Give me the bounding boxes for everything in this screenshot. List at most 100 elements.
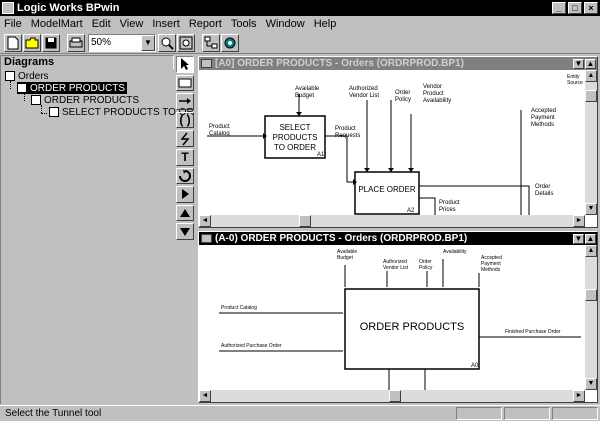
label-product-requests: Product Requests xyxy=(335,126,360,139)
vertical-scrollbar[interactable]: ▲ ▼ xyxy=(585,245,597,390)
app-icon[interactable] xyxy=(2,2,14,14)
scroll-thumb[interactable] xyxy=(585,90,597,102)
diagram-window-a-0: (A-0) ORDER PRODUCTS - Orders (ORDRPROD.… xyxy=(198,231,598,403)
scroll-thumb[interactable] xyxy=(389,390,401,402)
horizontal-scrollbar[interactable]: ◄ ► xyxy=(199,390,585,402)
tree-item-label: Orders xyxy=(18,70,49,82)
zoom-select[interactable]: 50% ▼ xyxy=(88,33,156,52)
window-minimize-button[interactable]: ▼ xyxy=(573,233,584,244)
menu-view[interactable]: View xyxy=(120,18,144,30)
arrow-tool-icon[interactable] xyxy=(176,93,194,110)
tunnel-tool-icon[interactable]: ( ) xyxy=(176,111,194,129)
label-entity-source: Entity Source xyxy=(567,74,583,86)
window-maximize-button[interactable]: ▲ xyxy=(585,58,596,69)
label-product-prices: Product Prices xyxy=(439,200,460,213)
model-explorer-icon[interactable] xyxy=(202,33,220,52)
zoom-in-icon[interactable] xyxy=(158,33,176,52)
scroll-right-icon[interactable]: ► xyxy=(573,215,585,227)
label-text: Methods xyxy=(481,267,501,273)
go-down-icon[interactable] xyxy=(176,223,194,240)
window-menu-icon[interactable] xyxy=(201,234,212,243)
diagrams-panel: Diagrams Orders ORDER PRODUCTS ORDER PRO… xyxy=(0,55,194,406)
box-a1-label-line3: TO ORDER xyxy=(274,143,316,152)
menu-insert[interactable]: Insert xyxy=(152,18,180,30)
status-bar: Select the Tunnel tool xyxy=(0,405,600,421)
label-text: Available xyxy=(295,86,320,92)
chevron-down-icon[interactable]: ▼ xyxy=(141,34,155,51)
scroll-down-icon[interactable]: ▼ xyxy=(585,203,597,215)
status-pane xyxy=(456,407,502,420)
label-vendor-product-availability: Vendor Product Availability xyxy=(423,84,451,104)
text-tool-icon[interactable]: T xyxy=(176,148,194,166)
window-title: [A0] ORDER PRODUCTS - Orders (ORDRPROD.B… xyxy=(215,58,464,69)
menu-report[interactable]: Report xyxy=(189,18,222,30)
window-maximize-button[interactable]: ▲ xyxy=(585,233,596,244)
context-box-label: ORDER PRODUCTS xyxy=(360,321,465,333)
open-folder-icon[interactable] xyxy=(23,33,41,52)
maximize-button[interactable]: □ xyxy=(568,2,582,14)
menu-tools[interactable]: Tools xyxy=(231,18,257,30)
box-a1-number: A1 xyxy=(317,152,325,158)
label-availability: Availability xyxy=(443,249,467,255)
tree-item-order-products-a0[interactable]: ORDER PRODUCTS xyxy=(17,82,128,94)
menu-modelmart[interactable]: ModelMart xyxy=(31,18,83,30)
diagram-window-a0: [A0] ORDER PRODUCTS - Orders (ORDRPROD.B… xyxy=(198,56,598,228)
menu-help[interactable]: Help xyxy=(314,18,337,30)
zoom-fit-icon[interactable] xyxy=(177,33,195,52)
horizontal-scrollbar[interactable]: ◄ ► xyxy=(199,215,585,227)
zoom-value: 50% xyxy=(91,37,112,48)
label-text: Authorized xyxy=(349,86,378,92)
scroll-right-icon[interactable]: ► xyxy=(573,390,585,402)
squiggle-tool-icon[interactable] xyxy=(176,130,194,147)
save-icon[interactable] xyxy=(42,33,60,52)
label-available-budget: Available Budget xyxy=(295,86,320,99)
menu-edit[interactable]: Edit xyxy=(92,18,111,30)
window-title-bar: [A0] ORDER PRODUCTS - Orders (ORDRPROD.B… xyxy=(199,57,597,70)
close-button[interactable]: × xyxy=(584,2,598,14)
scroll-thumb[interactable] xyxy=(299,215,311,227)
scroll-down-icon[interactable]: ▼ xyxy=(585,378,597,390)
window-title-bar: (A-0) ORDER PRODUCTS - Orders (ORDRPROD.… xyxy=(199,232,597,245)
scroll-up-icon[interactable]: ▲ xyxy=(585,245,597,257)
new-file-icon[interactable] xyxy=(4,33,22,52)
label-text: Order xyxy=(395,90,410,96)
modelmart-icon[interactable] xyxy=(221,33,239,52)
label-text: Product xyxy=(423,91,444,97)
label-text: Vendor List xyxy=(383,265,409,271)
label-text: Accepted xyxy=(531,108,556,114)
label-product-catalog: Product Catalog xyxy=(209,124,230,137)
label-authorized-purchase-order: Authorized Purchase Order xyxy=(221,343,282,349)
label-product-catalog: Product Catalog xyxy=(221,305,257,311)
label-order-details: Order Details xyxy=(535,184,553,197)
box-tool-icon[interactable] xyxy=(176,74,194,92)
scroll-left-icon[interactable]: ◄ xyxy=(199,390,211,402)
window-menu-icon[interactable] xyxy=(201,59,212,68)
undo-icon[interactable] xyxy=(176,167,194,185)
context-box-number: A0 xyxy=(471,363,479,369)
print-icon[interactable] xyxy=(67,33,85,52)
tree-item-order-products[interactable]: ORDER PRODUCTS xyxy=(31,94,139,106)
tree-item-select-products[interactable]: SELECT PRODUCTS TO OR xyxy=(49,106,194,118)
pointer-tool-icon[interactable] xyxy=(176,56,194,73)
tree-item-label: ORDER PRODUCTS xyxy=(30,82,126,94)
scroll-thumb[interactable] xyxy=(585,289,597,301)
diagram-icon xyxy=(31,95,41,105)
scroll-left-icon[interactable]: ◄ xyxy=(199,215,211,227)
label-text: Product xyxy=(209,124,230,130)
window-minimize-button[interactable]: ▼ xyxy=(573,58,584,69)
menu-file[interactable]: File xyxy=(4,18,22,30)
tree-item-orders[interactable]: Orders xyxy=(5,70,49,82)
scroll-up-icon[interactable]: ▲ xyxy=(585,70,597,82)
box-a1-label-line2: PRODUCTS xyxy=(273,133,318,142)
box-a2-label: PLACE ORDER xyxy=(358,185,416,194)
label-authorized-vendor-list: Authorized Vendor List xyxy=(383,259,409,271)
label-finished-purchase-order: Finished Purchase Order xyxy=(505,329,561,335)
minimize-button[interactable]: _ xyxy=(552,2,566,14)
go-up-icon[interactable] xyxy=(176,204,194,222)
go-right-icon[interactable] xyxy=(176,186,194,203)
vertical-scrollbar[interactable]: ▲ ▼ xyxy=(585,70,597,215)
box-a2-number: A2 xyxy=(407,208,415,214)
document-icon xyxy=(49,107,59,117)
menu-window[interactable]: Window xyxy=(266,18,305,30)
label-text: Budget xyxy=(295,93,314,99)
